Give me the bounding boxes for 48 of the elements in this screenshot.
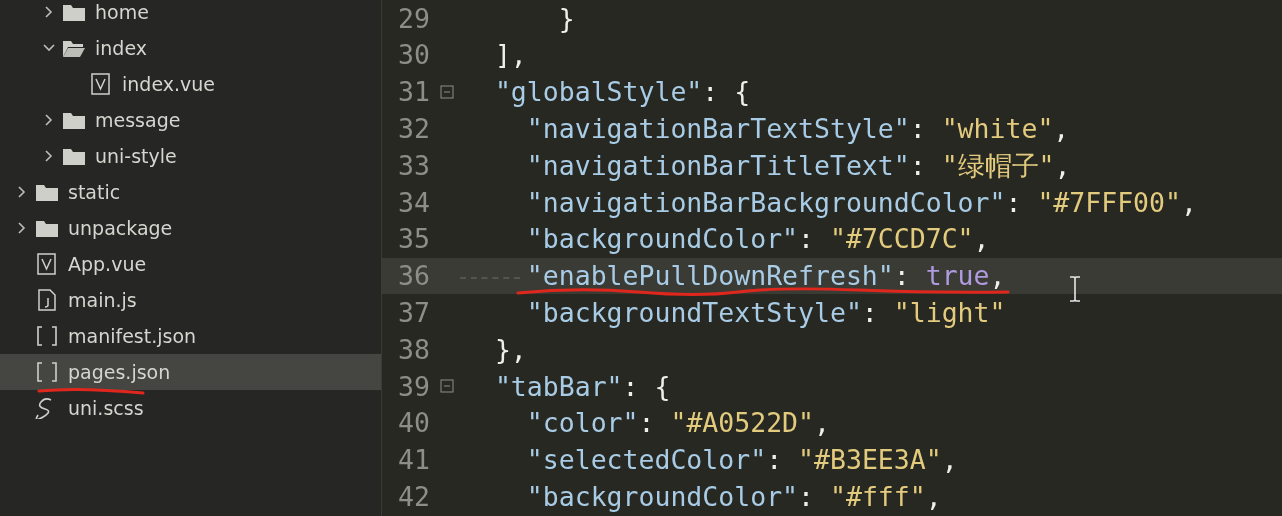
text-cursor-icon — [1068, 276, 1082, 302]
file-icon — [89, 73, 113, 95]
tree-item[interactable]: index.vue — [0, 66, 381, 102]
code-line: }, — [493, 332, 527, 367]
code-line: "backgroundColor": "#fff", — [525, 479, 942, 514]
code-line: "navigationBarTextStyle": "white", — [525, 111, 1070, 146]
code-line: ], — [493, 38, 527, 73]
file-icon — [35, 289, 59, 311]
tree-item[interactable]: static — [0, 174, 381, 210]
code-line: "globalStyle": { — [493, 75, 751, 110]
code-line: "selectedColor": "#B3EE3A", — [525, 443, 958, 478]
fold-icon[interactable] — [440, 85, 454, 99]
line-number: 30 — [397, 38, 430, 73]
line-number: 33 — [397, 148, 430, 183]
tree-item[interactable]: unpackage — [0, 210, 381, 246]
code-line: "color": "#A0522D", — [525, 406, 830, 441]
code-line: "navigationBarBackgroundColor": "#7FFF00", — [525, 185, 1197, 220]
tree-item[interactable]: uni-style — [0, 138, 381, 174]
code-line: "backgroundColor": "#7CCD7C", — [525, 222, 990, 257]
file-icon — [35, 253, 59, 275]
fold-icon[interactable] — [440, 379, 454, 394]
line-number: 29 — [397, 1, 430, 36]
line-number: 32 — [397, 111, 430, 146]
code-line: } — [557, 1, 575, 36]
code-line: "navigationBarTitleText": "绿帽子", — [525, 148, 1071, 183]
line-number: 34 — [397, 185, 430, 220]
code-line: "backgroundTextStyle": "light" — [525, 295, 1006, 330]
tree-item[interactable]: App.vue — [0, 246, 381, 282]
line-number: 39 — [397, 369, 430, 404]
tree-item[interactable]: pages.json — [0, 354, 381, 390]
code-line: "tabBar": { — [493, 369, 671, 404]
line-number: 36 — [397, 259, 430, 294]
line-number: 37 — [397, 295, 430, 330]
tree-item[interactable]: home — [0, 0, 381, 30]
tree-item[interactable]: main.js — [0, 282, 381, 318]
tree-item[interactable]: message — [0, 102, 381, 138]
line-number: 41 — [397, 443, 430, 478]
tree-item[interactable]: uni.scss — [0, 390, 381, 426]
code-line: "enablePullDownRefresh": true, — [525, 259, 1006, 294]
line-number: 38 — [397, 332, 430, 367]
line-number: 42 — [397, 479, 430, 514]
tree-item[interactable]: index — [0, 30, 381, 66]
line-number: 35 — [397, 222, 430, 257]
line-number: 40 — [397, 406, 430, 441]
line-number: 31 — [397, 75, 430, 110]
brackets-icon — [35, 361, 59, 383]
tree-item[interactable]: manifest.json — [0, 318, 381, 354]
brackets-icon — [35, 325, 59, 347]
